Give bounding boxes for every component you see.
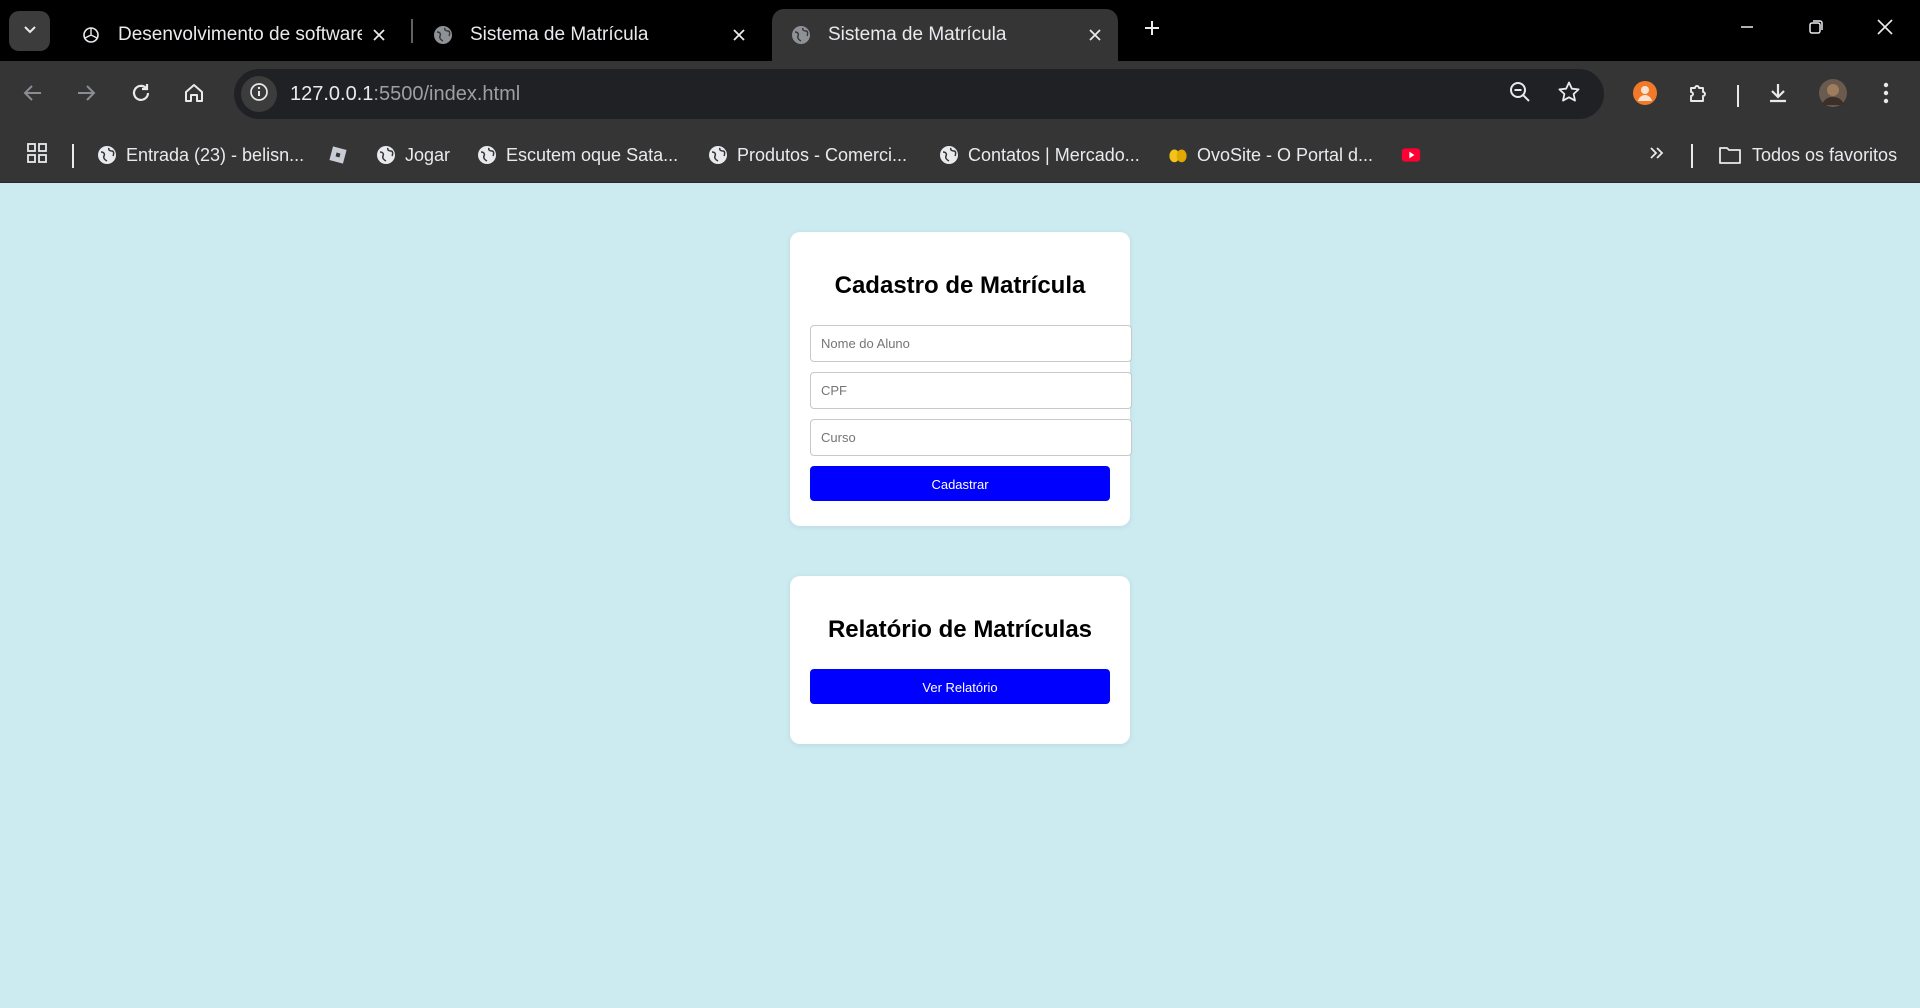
reload-button[interactable] — [123, 77, 159, 113]
chevron-down-icon — [22, 21, 38, 42]
tab-title: Sistema de Matrícula — [828, 24, 1007, 45]
minimize-button[interactable] — [1724, 8, 1770, 50]
address-bar[interactable]: 127.0.0.1:5500/index.html — [234, 69, 1604, 119]
all-bookmarks-button[interactable]: Todos os favoritos — [1717, 140, 1897, 170]
more-bookmarks-button[interactable] — [1647, 140, 1667, 170]
puzzle-icon — [1687, 81, 1711, 110]
tab-title: Sistema de Matrícula — [470, 24, 649, 45]
extensions-menu-button[interactable] — [1681, 77, 1717, 113]
cpf-input[interactable] — [810, 372, 1132, 409]
roblox-icon — [328, 145, 348, 165]
youtube-icon — [1401, 145, 1421, 165]
bookmark-youtube[interactable] — [1401, 140, 1430, 170]
nome-aluno-input[interactable] — [810, 325, 1132, 362]
tab-title: Desenvolvimento de software w — [118, 24, 362, 45]
profile-button[interactable] — [1815, 77, 1851, 113]
restore-icon — [1808, 19, 1824, 40]
bookmark-label: Escutem oque Sata... — [506, 144, 679, 165]
folder-icon — [1717, 145, 1743, 165]
download-icon — [1766, 81, 1790, 110]
openai-icon — [81, 25, 101, 45]
bookmark-label: OvoSite - O Portal d... — [1197, 144, 1374, 165]
close-window-button[interactable] — [1862, 8, 1908, 50]
globe-icon — [708, 145, 728, 165]
bookmarks-bar: Entrada (23) - belisn... Jogar Escutem o… — [0, 128, 1920, 183]
eggs-icon — [1168, 145, 1188, 165]
cadastro-title: Cadastro de Matrícula — [834, 272, 1086, 299]
globe-icon — [477, 145, 497, 165]
forward-button[interactable] — [68, 77, 104, 113]
globe-icon — [376, 145, 396, 165]
back-button[interactable] — [15, 77, 51, 113]
zoom-out-icon — [1508, 80, 1532, 109]
avatar — [1818, 78, 1848, 113]
new-tab-button[interactable] — [1136, 14, 1168, 46]
bookmark-label: Jogar — [405, 144, 451, 165]
bookmark-produtos[interactable]: Produtos - Comerci... — [708, 140, 907, 170]
bookmarks-divider — [72, 144, 74, 168]
chevron-double-right-icon — [1647, 143, 1667, 168]
globe-icon — [433, 25, 453, 45]
arrow-right-icon — [75, 82, 97, 109]
tab-search-button[interactable] — [9, 11, 50, 51]
chrome-menu-button[interactable] — [1868, 77, 1904, 113]
apps-button[interactable] — [26, 140, 48, 170]
bookmark-ovosite[interactable]: OvoSite - O Portal d... — [1168, 140, 1373, 170]
close-tab-icon[interactable] — [362, 18, 396, 52]
reload-icon — [130, 82, 152, 109]
minimize-icon — [1739, 19, 1755, 40]
extension-button[interactable] — [1627, 77, 1663, 113]
globe-icon — [97, 145, 117, 165]
bookmarks-divider — [1691, 144, 1693, 168]
globe-icon — [791, 25, 811, 45]
tab-desenvolvimento[interactable]: Desenvolvimento de software w — [62, 9, 402, 61]
url-host: 127.0.0.1 — [290, 83, 374, 105]
close-icon — [1876, 18, 1894, 41]
bookmark-contatos[interactable]: Contatos | Mercado... — [939, 140, 1140, 170]
home-icon — [183, 82, 205, 109]
extension-avatar-icon — [1632, 80, 1658, 111]
star-icon — [1557, 80, 1581, 109]
browser-toolbar: 127.0.0.1:5500/index.html — [0, 61, 1920, 128]
tab-strip: Desenvolvimento de software w Sistema de… — [0, 0, 1920, 61]
more-vertical-icon — [1882, 81, 1890, 110]
bookmark-label: Produtos - Comerci... — [737, 144, 908, 165]
zoom-button[interactable] — [1504, 78, 1536, 110]
bookmark-roblox[interactable] — [328, 140, 357, 170]
curso-input[interactable] — [810, 419, 1132, 456]
url-text[interactable]: 127.0.0.1:5500/index.html — [290, 69, 520, 119]
tab-divider — [411, 19, 413, 43]
plus-icon — [1143, 19, 1161, 42]
tab-sistema-1[interactable]: Sistema de Matrícula — [414, 9, 762, 61]
home-button[interactable] — [176, 77, 212, 113]
cadastro-card: Cadastro de Matrícula Cadastrar — [790, 232, 1132, 526]
tab-sistema-active[interactable]: Sistema de Matrícula — [772, 9, 1118, 61]
all-bookmarks-label: Todos os favoritos — [1752, 144, 1898, 165]
site-info-button[interactable] — [241, 76, 277, 112]
close-tab-icon[interactable] — [722, 18, 756, 52]
url-path: :5500/index.html — [373, 83, 521, 105]
globe-icon — [939, 145, 959, 165]
bookmark-label: Contatos | Mercado... — [968, 144, 1140, 165]
arrow-left-icon — [22, 82, 44, 109]
restore-button[interactable] — [1793, 8, 1839, 50]
bookmark-entrada[interactable]: Entrada (23) - belisn... — [97, 140, 304, 170]
info-icon — [249, 82, 269, 107]
bookmark-jogar[interactable]: Jogar — [376, 140, 450, 170]
cadastrar-button[interactable]: Cadastrar — [810, 466, 1110, 501]
close-tab-icon[interactable] — [1078, 18, 1112, 52]
relatorio-card: Relatório de Matrículas Ver Relatório — [790, 576, 1130, 744]
bookmark-star-button[interactable] — [1553, 78, 1585, 110]
ver-relatorio-button[interactable]: Ver Relatório — [810, 669, 1110, 704]
relatorio-title: Relatório de Matrículas — [827, 616, 1093, 643]
downloads-button[interactable] — [1760, 77, 1796, 113]
bookmark-escutem[interactable]: Escutem oque Sata... — [477, 140, 678, 170]
apps-grid-icon — [26, 142, 48, 169]
toolbar-divider — [1737, 85, 1739, 107]
bookmark-label: Entrada (23) - belisn... — [126, 144, 305, 165]
